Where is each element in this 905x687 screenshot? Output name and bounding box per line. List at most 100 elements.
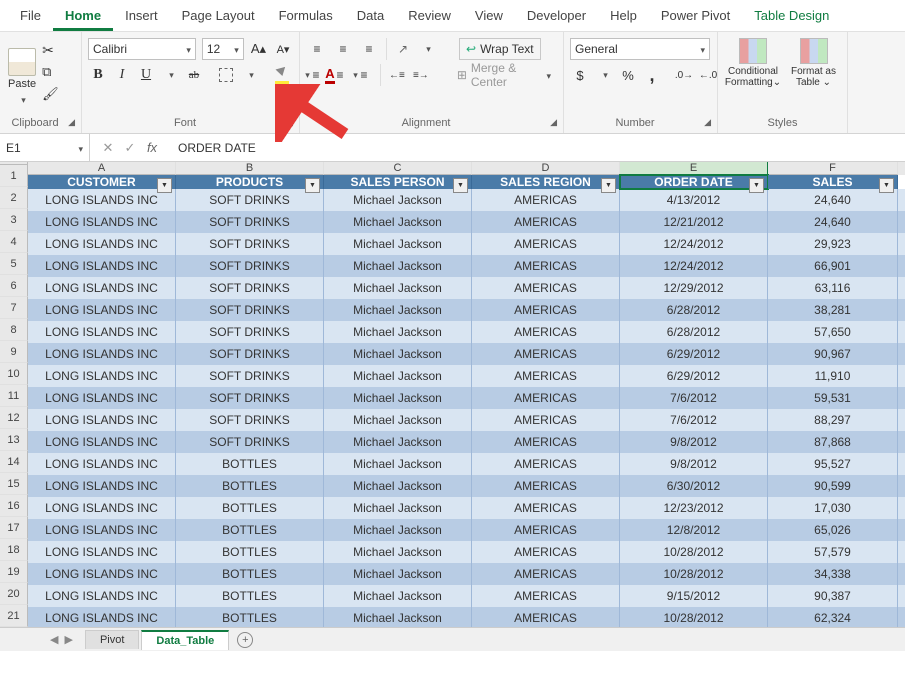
cell[interactable]: LONG ISLANDS INC — [28, 255, 176, 277]
cell[interactable]: 7/6/2012 — [620, 387, 768, 409]
cell[interactable]: LONG ISLANDS INC — [28, 211, 176, 233]
name-box[interactable]: E1 — [0, 134, 90, 161]
column-header-A[interactable]: A — [28, 162, 176, 175]
sheet-nav-next-icon[interactable]: ▶ — [64, 633, 72, 646]
cell[interactable]: 24,640 — [768, 211, 898, 233]
increase-indent-icon[interactable] — [411, 64, 431, 86]
underline-button[interactable]: U — [136, 64, 156, 86]
decrease-font-icon[interactable] — [273, 38, 293, 60]
cell[interactable]: LONG ISLANDS INC — [28, 233, 176, 255]
fill-color-button[interactable] — [272, 64, 292, 86]
table-header-cell[interactable]: ORDER DATE▼ — [620, 175, 768, 189]
cell[interactable]: Michael Jackson — [324, 365, 472, 387]
cell[interactable]: Michael Jackson — [324, 519, 472, 541]
tab-tabledesign[interactable]: Table Design — [742, 4, 841, 31]
cell[interactable]: AMERICAS — [472, 365, 620, 387]
tab-formulas[interactable]: Formulas — [267, 4, 345, 31]
cell[interactable]: 38,281 — [768, 299, 898, 321]
align-launcher-icon[interactable]: ◢ — [550, 117, 557, 128]
row-header[interactable]: 5 — [0, 253, 28, 275]
align-middle-icon[interactable] — [332, 38, 354, 60]
cell[interactable]: 62,324 — [768, 607, 898, 627]
wrap-text-button[interactable]: Wrap Text — [459, 38, 541, 60]
column-header-E[interactable]: E — [620, 162, 768, 175]
cut-icon[interactable] — [42, 42, 58, 58]
filter-dropdown-icon[interactable]: ▼ — [157, 178, 172, 193]
currency-more-icon[interactable] — [594, 64, 614, 86]
increase-font-icon[interactable] — [248, 38, 269, 60]
cell[interactable]: 29,923 — [768, 233, 898, 255]
number-launcher-icon[interactable]: ◢ — [704, 117, 711, 128]
sheet-tab-pivot[interactable]: Pivot — [85, 630, 139, 649]
copy-icon[interactable] — [42, 64, 58, 80]
cell[interactable]: SOFT DRINKS — [176, 211, 324, 233]
cell[interactable]: LONG ISLANDS INC — [28, 585, 176, 607]
cancel-icon[interactable]: ✕ — [100, 140, 116, 156]
cell[interactable]: BOTTLES — [176, 563, 324, 585]
strikethrough-button[interactable]: ab — [184, 64, 204, 86]
cell[interactable]: Michael Jackson — [324, 277, 472, 299]
cell[interactable]: 10/28/2012 — [620, 563, 768, 585]
merge-center-button[interactable]: Merge & Center — [451, 64, 557, 86]
cell[interactable]: 57,579 — [768, 541, 898, 563]
cell[interactable]: SOFT DRINKS — [176, 431, 324, 453]
cell[interactable]: Michael Jackson — [324, 343, 472, 365]
cell[interactable]: 17,030 — [768, 497, 898, 519]
underline-more-icon[interactable] — [160, 64, 180, 86]
percent-icon[interactable] — [618, 64, 638, 86]
borders-button[interactable] — [216, 64, 236, 86]
cell[interactable]: Michael Jackson — [324, 585, 472, 607]
cell[interactable]: AMERICAS — [472, 497, 620, 519]
currency-icon[interactable] — [570, 64, 590, 86]
row-header[interactable]: 8 — [0, 319, 28, 341]
cell[interactable]: AMERICAS — [472, 255, 620, 277]
cell[interactable]: BOTTLES — [176, 497, 324, 519]
filter-dropdown-icon[interactable]: ▼ — [601, 178, 616, 193]
cell[interactable]: LONG ISLANDS INC — [28, 321, 176, 343]
cell[interactable]: AMERICAS — [472, 541, 620, 563]
cell[interactable]: Michael Jackson — [324, 497, 472, 519]
row-header[interactable]: 4 — [0, 231, 28, 253]
cell[interactable]: 90,599 — [768, 475, 898, 497]
row-header[interactable]: 20 — [0, 583, 28, 605]
cell[interactable]: 10/28/2012 — [620, 607, 768, 627]
font-size-dropdown[interactable]: 12 — [202, 38, 244, 60]
column-header-B[interactable]: B — [176, 162, 324, 175]
cell[interactable]: LONG ISLANDS INC — [28, 365, 176, 387]
cell[interactable]: AMERICAS — [472, 409, 620, 431]
align-right-icon[interactable] — [354, 64, 374, 86]
cell[interactable]: 9/15/2012 — [620, 585, 768, 607]
cell[interactable]: BOTTLES — [176, 585, 324, 607]
cell[interactable]: Michael Jackson — [324, 563, 472, 585]
table-header-cell[interactable]: PRODUCTS▼ — [176, 175, 324, 189]
cell[interactable]: 6/30/2012 — [620, 475, 768, 497]
cell[interactable]: Michael Jackson — [324, 321, 472, 343]
cell[interactable]: SOFT DRINKS — [176, 277, 324, 299]
cell[interactable]: Michael Jackson — [324, 431, 472, 453]
tab-pagelayout[interactable]: Page Layout — [170, 4, 267, 31]
cell[interactable]: 7/6/2012 — [620, 409, 768, 431]
cell[interactable]: AMERICAS — [472, 607, 620, 627]
cell[interactable]: 12/8/2012 — [620, 519, 768, 541]
row-header[interactable]: 11 — [0, 385, 28, 407]
row-header[interactable]: 3 — [0, 209, 28, 231]
cell[interactable]: LONG ISLANDS INC — [28, 541, 176, 563]
row-header[interactable]: 18 — [0, 539, 28, 561]
cell[interactable]: Michael Jackson — [324, 453, 472, 475]
cell[interactable]: Michael Jackson — [324, 541, 472, 563]
align-top-icon[interactable] — [306, 38, 328, 60]
row-header[interactable]: 13 — [0, 429, 28, 451]
filter-dropdown-icon[interactable]: ▼ — [879, 178, 894, 193]
cell[interactable]: SOFT DRINKS — [176, 343, 324, 365]
cell[interactable]: AMERICAS — [472, 211, 620, 233]
column-header-D[interactable]: D — [472, 162, 620, 175]
cell[interactable]: AMERICAS — [472, 321, 620, 343]
cell[interactable]: 95,527 — [768, 453, 898, 475]
number-format-dropdown[interactable]: General — [570, 38, 710, 60]
cell[interactable]: Michael Jackson — [324, 475, 472, 497]
orient-more-icon[interactable] — [417, 38, 437, 60]
table-header-cell[interactable]: SALES REGION▼ — [472, 175, 620, 189]
filter-dropdown-icon[interactable]: ▼ — [453, 178, 468, 193]
cell[interactable]: SOFT DRINKS — [176, 189, 324, 211]
cell[interactable]: 12/24/2012 — [620, 255, 768, 277]
